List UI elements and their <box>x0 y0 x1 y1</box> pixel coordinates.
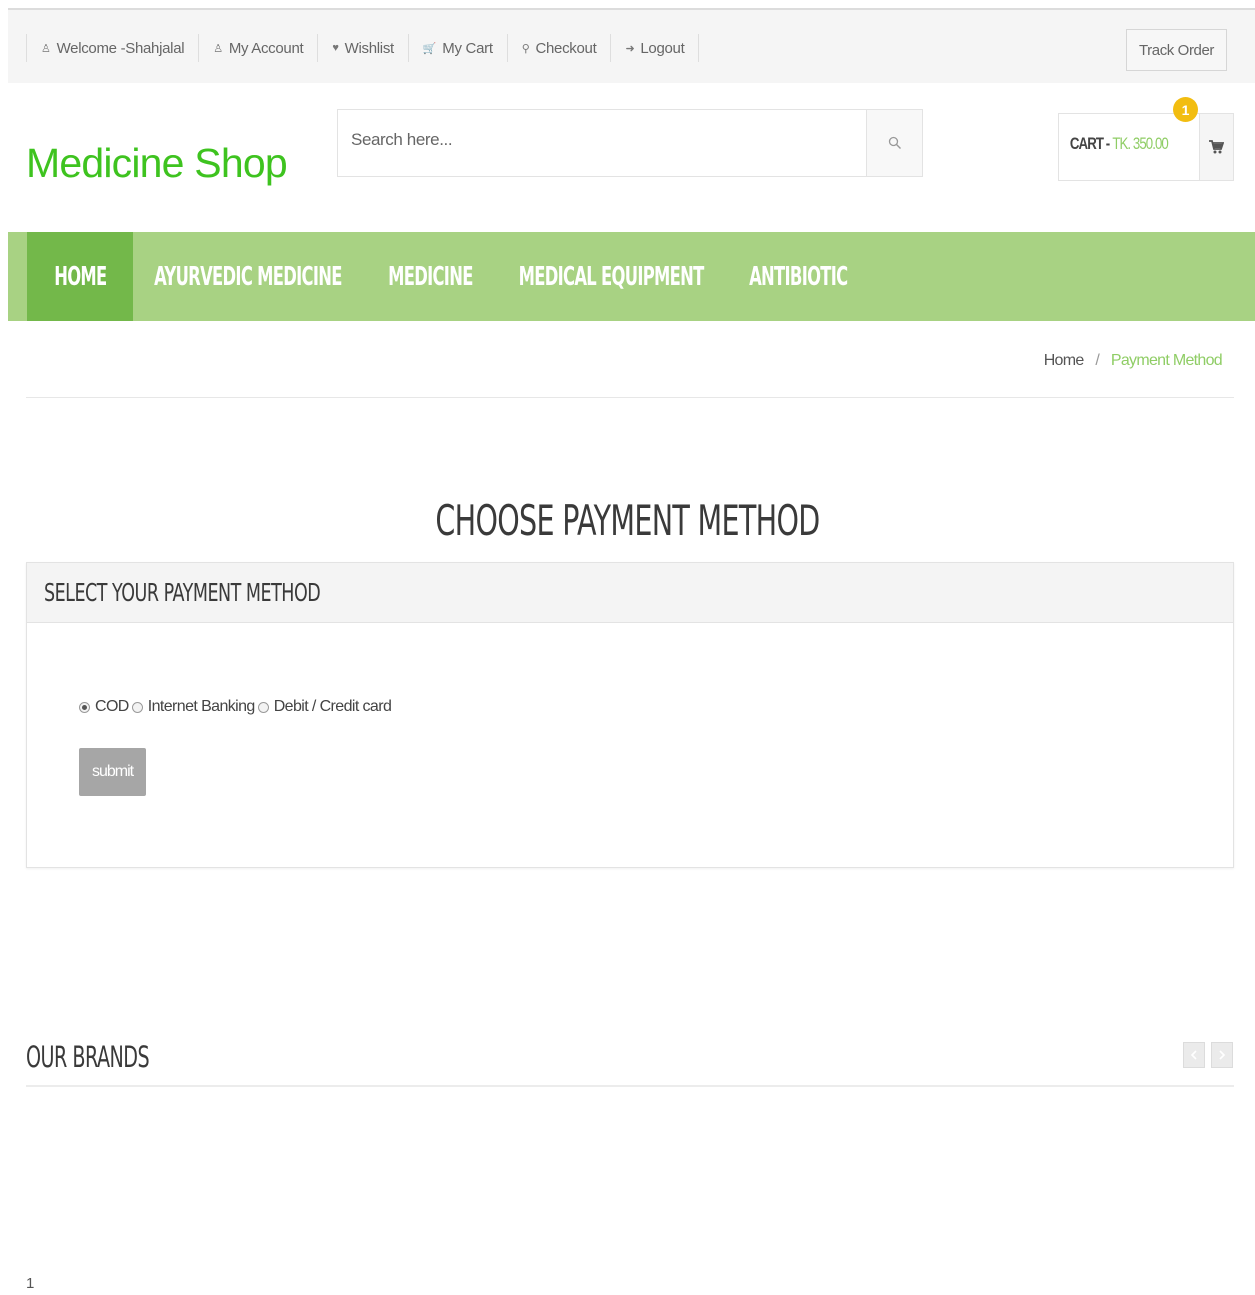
nav-item-antibiotic[interactable]: ANTIBIOTIC <box>724 232 872 321</box>
checkout-label: Checkout <box>535 39 597 57</box>
welcome-label: Welcome -Shahjalal <box>56 39 185 57</box>
submit-button[interactable]: submit <box>79 748 146 796</box>
divider <box>26 397 1234 398</box>
nav-label-antibiotic: ANTIBIOTIC <box>748 261 848 292</box>
page-title-text: CHOOSE PAYMENT METHOD <box>435 496 820 545</box>
radio-cod[interactable] <box>79 701 90 713</box>
nav-item-home[interactable]: HOME <box>27 232 133 321</box>
user-icon: ♙ <box>41 42 51 55</box>
breadcrumb-home[interactable]: Home <box>1044 352 1085 369</box>
my-account-link[interactable]: ♙ My Account <box>198 34 317 62</box>
brands-title-text: OUR BRANDS <box>26 1040 150 1074</box>
logout-label: Logout <box>640 39 685 57</box>
search-box <box>337 109 923 177</box>
key-icon: ⚲ <box>521 42 530 55</box>
user-icon: ♙ <box>213 42 223 55</box>
logout-icon: ➜ <box>625 42 635 55</box>
heart-icon: ♥ <box>332 42 339 54</box>
welcome-link[interactable]: ♙ Welcome -Shahjalal <box>26 34 198 62</box>
logout-link[interactable]: ➜ Logout <box>610 34 700 62</box>
shopping-cart-icon <box>1209 140 1225 154</box>
top-links: ♙ Welcome -Shahjalal ♙ My Account ♥ Wish… <box>26 34 700 62</box>
page-number: 1 <box>26 1275 35 1292</box>
payment-options: COD Internet Banking Debit / Credit card <box>79 698 394 716</box>
my-cart-label: My Cart <box>442 39 493 57</box>
cart-count-badge: 1 <box>1173 97 1198 122</box>
search-icon <box>888 136 901 149</box>
top-bar: ♙ Welcome -Shahjalal ♙ My Account ♥ Wish… <box>8 8 1255 83</box>
my-cart-link[interactable]: 🛒 My Cart <box>407 34 507 62</box>
checkout-link[interactable]: ⚲ Checkout <box>506 34 611 62</box>
nav-label-ayurvedic-medicine: AYURVEDIC MEDICINE <box>154 261 342 292</box>
track-order-button[interactable]: Track Order <box>1126 29 1227 71</box>
chevron-left-icon <box>1190 1050 1197 1060</box>
site-logo[interactable]: Medicine Shop <box>26 140 288 187</box>
nav-item-medical-equipment[interactable]: MEDICAL EQUIPMENT <box>498 232 724 321</box>
nav-label-home: HOME <box>53 261 107 292</box>
search-input[interactable] <box>338 110 866 176</box>
my-account-label: My Account <box>228 39 304 57</box>
panel-heading: SELECT YOUR PAYMENT METHOD <box>27 563 1233 623</box>
cart-total: TK. 350.00 <box>1112 134 1168 153</box>
search-button[interactable] <box>866 110 922 176</box>
brands-divider <box>26 1085 1234 1087</box>
panel-heading-text: SELECT YOUR PAYMENT METHOD <box>44 578 321 607</box>
breadcrumb-current: Payment Method <box>1110 352 1223 369</box>
brands-next-button[interactable] <box>1211 1042 1233 1068</box>
breadcrumb-separator: / <box>1095 352 1100 369</box>
chevron-right-icon <box>1219 1050 1226 1060</box>
radio-debit-credit-card[interactable] <box>257 701 269 713</box>
radio-label-debit-credit-card: Debit / Credit card <box>273 698 392 715</box>
payment-panel: SELECT YOUR PAYMENT METHOD COD Internet … <box>26 562 1234 868</box>
radio-label-internet-banking: Internet Banking <box>147 698 256 715</box>
cart-label: CART - <box>1069 134 1110 153</box>
nav-label-medicine: MEDICINE <box>388 261 473 292</box>
wishlist-link[interactable]: ♥ Wishlist <box>317 34 408 62</box>
radio-label-cod: COD <box>95 698 129 715</box>
cart-button[interactable] <box>1198 114 1233 180</box>
brands-title: OUR BRANDS <box>26 1040 213 1074</box>
cart-icon: 🛒 <box>422 42 437 55</box>
breadcrumb: Home / Payment Method <box>1044 352 1223 370</box>
cart-summary: CART - TK. 350.00 <box>1059 114 1169 180</box>
page-title: CHOOSE PAYMENT METHOD <box>0 496 1255 545</box>
nav-item-ayurvedic-medicine[interactable]: AYURVEDIC MEDICINE <box>133 232 363 321</box>
brands-prev-button[interactable] <box>1183 1042 1205 1068</box>
wishlist-label: Wishlist <box>344 39 395 57</box>
main-nav: HOME AYURVEDIC MEDICINE MEDICINE MEDICAL… <box>8 232 1255 321</box>
mini-cart[interactable]: CART - TK. 350.00 <box>1058 113 1234 181</box>
nav-item-medicine[interactable]: MEDICINE <box>363 232 498 321</box>
radio-internet-banking[interactable] <box>131 701 143 713</box>
nav-label-medical-equipment: MEDICAL EQUIPMENT <box>518 261 705 292</box>
